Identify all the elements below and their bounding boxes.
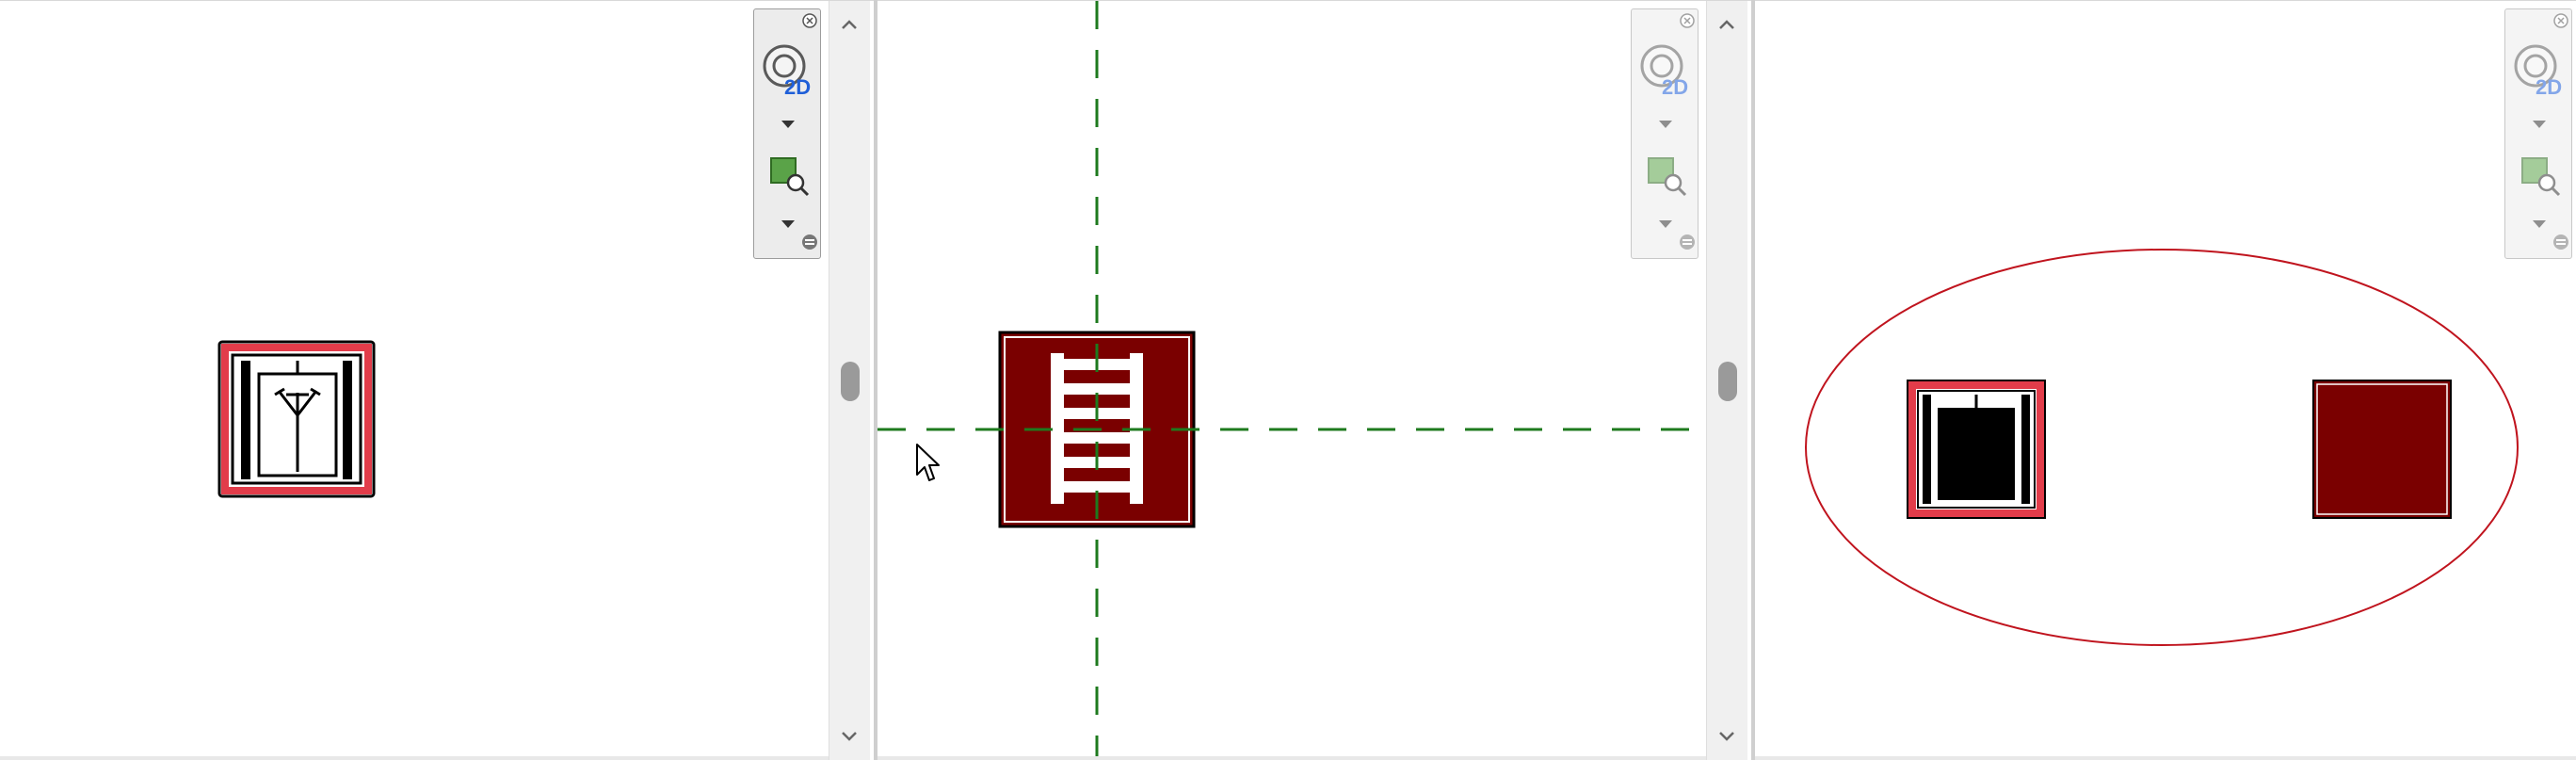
chevron-down-icon[interactable]: [2529, 217, 2550, 232]
chevron-down-icon[interactable]: [1655, 117, 1676, 132]
vertical-scrollbar[interactable]: [829, 1, 870, 760]
zoom-region-icon[interactable]: [1645, 154, 1688, 198]
chevron-down-icon[interactable]: [2529, 117, 2550, 132]
scroll-down-icon[interactable]: [837, 724, 861, 749]
chevron-down-icon[interactable]: [778, 217, 798, 232]
options-icon[interactable]: [2552, 234, 2569, 251]
elevator-symbol[interactable]: [217, 340, 376, 498]
wheel-2d-label: 2D: [1662, 75, 1688, 98]
scroll-down-icon[interactable]: [1715, 724, 1739, 749]
navigation-bar: 2D: [1631, 8, 1699, 259]
chevron-down-icon[interactable]: [1655, 217, 1676, 232]
zoom-region-icon[interactable]: [2519, 154, 2562, 198]
drawing-canvas[interactable]: [0, 1, 876, 760]
filled-square-symbol[interactable]: [2312, 380, 2452, 519]
status-strip: [0, 756, 829, 760]
vertical-scrollbar[interactable]: [1706, 1, 1747, 760]
scroll-thumb[interactable]: [1718, 362, 1737, 401]
status-strip: [877, 756, 1706, 760]
drawing-canvas[interactable]: [877, 1, 1753, 760]
scroll-up-icon[interactable]: [837, 12, 861, 37]
2d-steering-wheel-icon[interactable]: 2D: [2511, 41, 2568, 99]
2d-steering-wheel-icon[interactable]: 2D: [1637, 41, 1694, 99]
status-strip: [1755, 756, 2576, 760]
elevator-symbol[interactable]: [1907, 380, 2046, 519]
drawing-canvas[interactable]: [1755, 1, 2576, 760]
wheel-2d-label: 2D: [784, 75, 811, 98]
zoom-region-icon[interactable]: [767, 154, 811, 198]
view-2[interactable]: 2D: [877, 0, 1753, 760]
options-icon[interactable]: [801, 234, 818, 251]
close-icon[interactable]: [801, 12, 818, 29]
wheel-2d-label: 2D: [2536, 75, 2562, 98]
navigation-bar: 2D: [2504, 8, 2572, 259]
navigation-bar: 2D: [753, 8, 821, 259]
scroll-up-icon[interactable]: [1715, 12, 1739, 37]
options-icon[interactable]: [1679, 234, 1696, 251]
chevron-down-icon[interactable]: [778, 117, 798, 132]
view-3[interactable]: 2D: [1755, 0, 2576, 760]
close-icon[interactable]: [2552, 12, 2569, 29]
scroll-thumb[interactable]: [841, 362, 860, 401]
view-1[interactable]: 2D: [0, 0, 876, 760]
close-icon[interactable]: [1679, 12, 1696, 29]
mouse-pointer-icon: [916, 444, 940, 481]
2d-steering-wheel-icon[interactable]: 2D: [760, 41, 816, 99]
